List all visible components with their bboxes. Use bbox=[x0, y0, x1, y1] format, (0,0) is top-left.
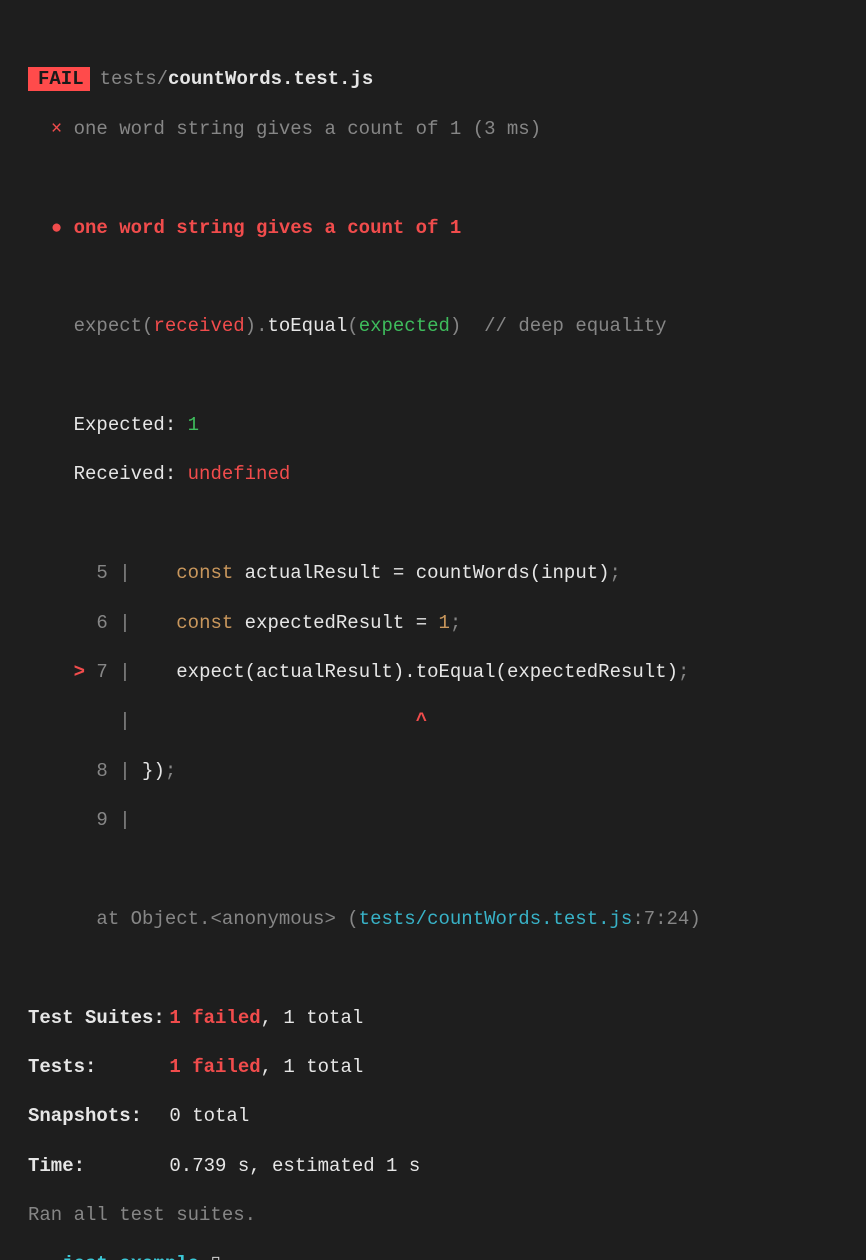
summary-time: Time: 0.739 s, estimated 1 s bbox=[28, 1154, 856, 1179]
blank bbox=[28, 512, 856, 537]
to-equal: toEqual bbox=[267, 315, 347, 337]
caret-icon: ^ bbox=[416, 710, 427, 732]
dot: . bbox=[256, 315, 267, 337]
test-result-text: one word string gives a count of 1 (3 ms… bbox=[74, 118, 541, 140]
file-name: countWords.test.js bbox=[168, 68, 373, 90]
semicolon: ; bbox=[165, 760, 176, 782]
summary-suites: Test Suites: 1 failed, 1 total bbox=[28, 1006, 856, 1031]
tests-total: , 1 total bbox=[261, 1056, 364, 1078]
tests-failed: 1 failed bbox=[169, 1056, 260, 1078]
blank bbox=[28, 166, 856, 191]
code-text: }) bbox=[142, 760, 165, 782]
line-number: 8 bbox=[96, 760, 107, 782]
number-literal: 1 bbox=[439, 612, 450, 634]
semicolon: ; bbox=[450, 612, 461, 634]
expected-token: expected bbox=[359, 315, 450, 337]
expect-open: expect( bbox=[74, 315, 154, 337]
fail-badge: FAIL bbox=[28, 67, 90, 91]
code-line-6: 6 | const expectedResult = 1; bbox=[28, 611, 856, 636]
comment: // deep equality bbox=[461, 315, 666, 337]
expected-line: Expected: 1 bbox=[28, 413, 856, 438]
expected-value: 1 bbox=[188, 414, 199, 436]
pointer-icon: > bbox=[74, 661, 85, 683]
stack-file: tests/countWords.test.js bbox=[359, 908, 633, 930]
snapshots-label: Snapshots: bbox=[28, 1104, 158, 1129]
gutter-pipe: | bbox=[108, 661, 142, 683]
gutter-pipe: | bbox=[108, 612, 142, 634]
caret-line: | ^ bbox=[28, 709, 856, 734]
failure-title: one word string gives a count of 1 bbox=[74, 217, 462, 239]
code-line-9: 9 | bbox=[28, 808, 856, 833]
gutter-pipe: | bbox=[108, 760, 142, 782]
code-text: expectedResult = bbox=[233, 612, 438, 634]
gutter-pipe: | bbox=[108, 710, 142, 732]
line-number bbox=[96, 710, 107, 732]
code-text: actualResult = countWords(input) bbox=[233, 562, 609, 584]
semicolon: ; bbox=[678, 661, 689, 683]
received-line: Received: undefined bbox=[28, 462, 856, 487]
tests-label: Tests: bbox=[28, 1055, 158, 1080]
snapshots-value: 0 total bbox=[169, 1105, 249, 1127]
blank bbox=[28, 265, 856, 290]
code-text: expect(actualResult). bbox=[176, 661, 415, 683]
blank bbox=[28, 956, 856, 981]
time-label: Time: bbox=[28, 1154, 158, 1179]
received-value: undefined bbox=[188, 463, 291, 485]
blank bbox=[28, 857, 856, 882]
line-number: 5 bbox=[96, 562, 107, 584]
to-equal-call: toEqual bbox=[416, 661, 496, 683]
blank bbox=[28, 364, 856, 389]
code-line-7: > 7 | expect(actualResult).toEqual(expec… bbox=[28, 660, 856, 685]
suites-label: Test Suites: bbox=[28, 1006, 158, 1031]
suites-failed: 1 failed bbox=[169, 1007, 260, 1029]
prompt-directory: jest-example bbox=[62, 1253, 199, 1260]
prompt-line[interactable]: → jest-example ▯ bbox=[28, 1252, 856, 1260]
result-header: FAIL tests/countWords.test.js bbox=[28, 67, 856, 92]
ran-text: Ran all test suites. bbox=[28, 1204, 256, 1226]
time-value: 0.739 s, estimated 1 s bbox=[169, 1155, 420, 1177]
received-token: received bbox=[153, 315, 244, 337]
prompt-arrow-icon: → bbox=[28, 1253, 51, 1260]
indent bbox=[142, 562, 176, 584]
stack-loc: :7:24) bbox=[632, 908, 700, 930]
stack-trace: at Object.<anonymous> (tests/countWords.… bbox=[28, 907, 856, 932]
indent bbox=[142, 661, 176, 683]
line-number: 6 bbox=[96, 612, 107, 634]
line-number: 7 bbox=[96, 661, 107, 683]
summary-tests: Tests: 1 failed, 1 total bbox=[28, 1055, 856, 1080]
path-prefix: tests/ bbox=[100, 68, 168, 90]
paren-open: ( bbox=[347, 315, 358, 337]
suites-total: , 1 total bbox=[261, 1007, 364, 1029]
code-text: (expectedResult) bbox=[496, 661, 678, 683]
expected-label: Expected: bbox=[74, 414, 188, 436]
line-number: 9 bbox=[96, 809, 107, 831]
ran-line: Ran all test suites. bbox=[28, 1203, 856, 1228]
expect-close: ) bbox=[245, 315, 256, 337]
x-icon: × bbox=[51, 118, 62, 140]
code-line-5: 5 | const actualResult = countWords(inpu… bbox=[28, 561, 856, 586]
failure-header: ● one word string gives a count of 1 bbox=[28, 216, 856, 241]
test-result-line: × one word string gives a count of 1 (3 … bbox=[28, 117, 856, 142]
code-line-8: 8 | }); bbox=[28, 759, 856, 784]
semicolon: ; bbox=[610, 562, 621, 584]
gutter-pipe: | bbox=[108, 562, 142, 584]
cursor-icon: ▯ bbox=[199, 1253, 221, 1260]
matcher-line: expect(received).toEqual(expected) // de… bbox=[28, 314, 856, 339]
paren-close: ) bbox=[450, 315, 461, 337]
received-label: Received: bbox=[74, 463, 188, 485]
stack-prefix: at Object.<anonymous> ( bbox=[96, 908, 358, 930]
const-keyword: const bbox=[176, 562, 233, 584]
const-keyword: const bbox=[176, 612, 233, 634]
indent bbox=[142, 612, 176, 634]
bullet-icon: ● bbox=[51, 217, 62, 239]
summary-snapshots: Snapshots: 0 total bbox=[28, 1104, 856, 1129]
caret-spaces bbox=[142, 710, 416, 732]
gutter-pipe: | bbox=[108, 809, 131, 831]
